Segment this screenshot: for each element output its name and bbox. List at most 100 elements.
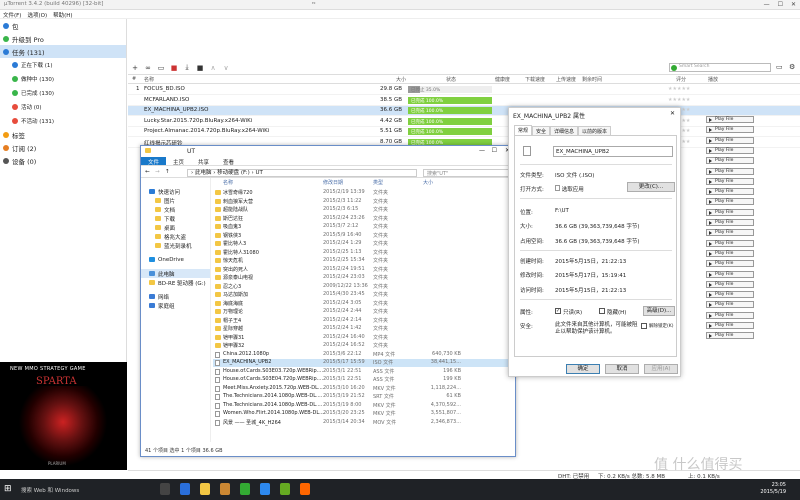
nav-item[interactable]: 图片 (141, 196, 210, 205)
play-file-button[interactable]: Play File (706, 249, 754, 257)
apply-button[interactable]: 应用(A) (644, 364, 678, 374)
nav-item[interactable]: 文档 (141, 205, 210, 214)
sidebar-item[interactable]: 设备 (0) (0, 154, 126, 167)
file-row[interactable]: 吸血鬼3 2015/3/7 2:12 文件夹 (213, 223, 513, 231)
forward-icon[interactable]: → (155, 169, 160, 175)
remote-icon[interactable]: ▭ (776, 63, 783, 71)
add-url-icon[interactable]: ∞ (144, 64, 152, 72)
file-row[interactable]: 星际穿越 2015/2/24 1:42 文件夹 (213, 325, 513, 333)
minimize-button[interactable]: — (764, 1, 770, 8)
sidebar-item[interactable]: 升级到 Pro (0, 32, 126, 45)
up-icon[interactable]: ↑ (165, 169, 170, 175)
stop-icon[interactable]: ■ (196, 64, 204, 72)
file-row[interactable]: House.of.Cards.S03E04.720p.WEBRip.... 201… (213, 376, 513, 384)
windows-start-icon[interactable]: ⊞ (4, 484, 14, 494)
ribbon-tab-home[interactable]: 主页 (166, 157, 191, 166)
explorer-icon[interactable] (200, 483, 210, 495)
file-row[interactable]: 冰雪奇缘720 2015/2/19 13:39 文件夹 (213, 189, 513, 197)
play-file-button[interactable]: Play File (706, 188, 754, 196)
col-size[interactable]: 大小 (396, 76, 406, 83)
col-up-speed[interactable]: 上传速度 (556, 76, 576, 83)
file-row[interactable]: 霍比特人31080 2015/2/25 1:13 文件夹 (213, 249, 513, 257)
torrent-row[interactable]: Lucky.Star.2015.720p.BluRay.x264-WiKi 4.4… (128, 117, 800, 127)
sidebar-item[interactable]: 正在下载 (1) (0, 58, 126, 72)
taskbar-search[interactable]: 搜索 Web 和 Windows (21, 486, 79, 494)
remove-icon[interactable]: ■ (170, 64, 178, 72)
file-row[interactable]: Women.Who.Flirt.2014.1080p.WEB-DL.... 201… (213, 410, 513, 418)
close-button[interactable]: ✕ (670, 110, 675, 117)
unblock-checkbox[interactable] (641, 323, 647, 329)
maximize-button[interactable]: ☐ (778, 1, 783, 8)
sidebar-item[interactable]: 活动 (0) (0, 100, 126, 114)
tab-security[interactable]: 安全 (532, 126, 551, 135)
maximize-button[interactable]: ☐ (492, 147, 497, 154)
nav-item[interactable]: BD-RE 驱动器 (G:) (141, 278, 210, 287)
file-row[interactable]: EX_MACHINA_UPB2 2015/5/17 15:59 ISO 文件 38,4… (213, 359, 513, 367)
nav-item[interactable]: OneDrive (141, 255, 210, 264)
file-row[interactable]: House.of.Cards.S03E03.720p.WEBRip.... 201… (213, 368, 513, 376)
col-size[interactable]: 大小 (423, 179, 433, 187)
back-icon[interactable]: ← (145, 169, 150, 175)
menu-options[interactable]: 选项(O) (27, 11, 47, 19)
nav-item[interactable]: 下载 (141, 214, 210, 223)
file-row[interactable]: 惊天危机 2015/2/25 15:34 文件夹 (213, 257, 513, 265)
play-file-button[interactable]: Play File (706, 270, 754, 278)
col-type[interactable]: 类型 (373, 179, 383, 187)
play-file-button[interactable]: Play File (706, 280, 754, 288)
file-row[interactable]: 斯巴达狂 2015/2/24 23:26 文件夹 (213, 215, 513, 223)
sidebar-item[interactable]: 任务 (131) (0, 45, 126, 58)
nav-item[interactable]: 快速访问 (141, 187, 210, 196)
nav-item[interactable]: 桌面 (141, 223, 210, 232)
sidebar-item[interactable]: 做种中 (130) (0, 72, 126, 86)
play-file-button[interactable]: Play File (706, 167, 754, 175)
add-torrent-icon[interactable]: + (131, 64, 139, 72)
tab-general[interactable]: 常规 (514, 125, 533, 135)
file-row[interactable]: 风景 —— 圣城_4K_H264 2015/3/14 20:34 MOV 文件 2,3… (213, 419, 513, 427)
file-row[interactable]: 刺血狼军大营 2015/2/3 11:22 文件夹 (213, 198, 513, 206)
menu-help[interactable]: 帮助(H) (53, 11, 72, 19)
file-row[interactable]: 帽子王4 2015/2/24 2:14 文件夹 (213, 317, 513, 325)
play-file-button[interactable]: Play File (706, 260, 754, 268)
col-num[interactable]: # (132, 76, 136, 82)
file-row[interactable]: 海底海底 2015/2/24 3:05 文件夹 (213, 300, 513, 308)
tab-previous-versions[interactable]: 以前的版本 (578, 126, 612, 135)
file-row[interactable]: 铠甲骤32 2015/2/24 16:52 文件夹 (213, 342, 513, 350)
nav-item[interactable]: 蓝光刻录机 (141, 241, 210, 250)
app-icon[interactable] (300, 483, 310, 495)
file-row[interactable]: 钢铁侠3 2015/5/9 16:40 文件夹 (213, 232, 513, 240)
col-down-speed[interactable]: 下载速度 (525, 76, 545, 83)
hidden-checkbox[interactable] (599, 308, 605, 314)
torrent-row[interactable]: 1 FOCUS_BD.ISO 29.8 GB 已停止 35.0% ★★★★★ (128, 85, 800, 95)
utorrent-icon[interactable] (240, 483, 250, 495)
file-row[interactable]: The.Technicians.2014.1080p.WEB-DL.... 201… (213, 393, 513, 401)
col-play[interactable]: 播放 (708, 76, 718, 83)
explorer-search-input[interactable]: 搜索"UT" (423, 169, 513, 177)
file-row[interactable]: 突出的死人 2015/2/24 19:51 文件夹 (213, 266, 513, 274)
sidebar-item[interactable]: 包 (0, 19, 126, 32)
play-file-button[interactable]: Play File (706, 177, 754, 185)
filename-input[interactable]: EX_MACHINA_UPB2 (553, 146, 673, 157)
play-file-button[interactable]: Play File (706, 229, 754, 237)
play-file-button[interactable]: Play File (706, 332, 754, 340)
nav-item[interactable]: 此电脑 (141, 269, 210, 278)
play-file-button[interactable]: Play File (706, 219, 754, 226)
close-button[interactable]: ✕ (791, 1, 796, 8)
download-icon[interactable]: ⤓ (183, 63, 191, 72)
create-torrent-icon[interactable]: ▭ (157, 64, 165, 72)
col-eta[interactable]: 剩余时间 (582, 76, 602, 83)
play-file-button[interactable]: Play File (706, 116, 754, 123)
nav-item[interactable]: 格兆大盗 (141, 232, 210, 241)
store-icon[interactable] (220, 483, 230, 495)
nav-item[interactable]: 家庭组 (141, 301, 210, 310)
address-input[interactable]: › 此电脑 › 移动硬盘 (F:) › UT (187, 169, 417, 177)
col-name[interactable]: 名称 (223, 179, 233, 187)
menu-file[interactable]: 文件(F) (3, 11, 21, 19)
file-row[interactable]: 铠甲骤31 2015/2/24 16:40 文件夹 (213, 334, 513, 342)
settings-icon[interactable]: ⚙ (789, 63, 795, 71)
ribbon-tab-file[interactable]: 文件 (141, 157, 167, 166)
advertisement[interactable]: NEW MMO STRATEGY GAME SPARTA PLARIUM (0, 362, 127, 470)
file-row[interactable]: 源泉泰山电视 2015/2/24 23:03 文件夹 (213, 274, 513, 282)
play-file-button[interactable]: Play File (706, 301, 754, 309)
file-row[interactable]: The.Technicians.2014.1080p.WEB-DL.... 201… (213, 402, 513, 410)
col-rating[interactable]: 评分 (676, 76, 686, 83)
